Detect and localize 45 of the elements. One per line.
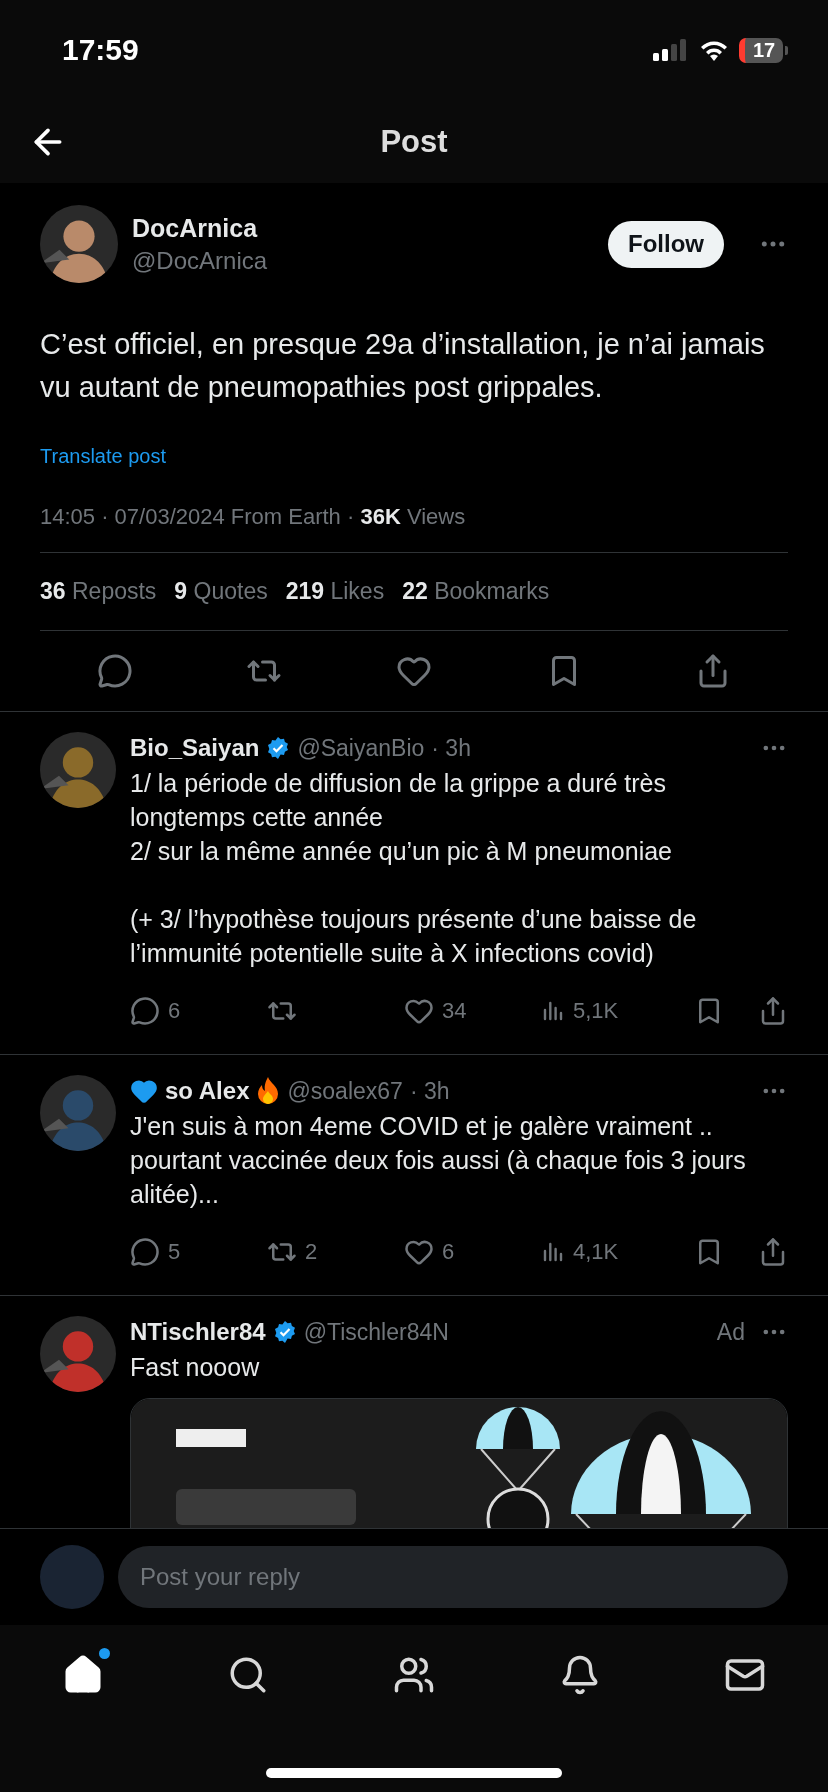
reply-author: NTischler84 <box>130 1318 266 1346</box>
reply-button[interactable] <box>96 653 133 689</box>
post-meta: 14:05 · 07/03/2024 From Earth · 36K Views <box>40 468 788 553</box>
reply-handle: @Tischler84N <box>303 1318 449 1346</box>
follow-button[interactable]: Follow <box>608 220 724 268</box>
views-button[interactable]: 4,1K <box>541 1239 619 1265</box>
stat-link[interactable]: 22 Bookmarks <box>402 578 550 605</box>
reply-handle: @SaiyanBio <box>297 734 425 762</box>
reply-text: 1/ la période de diffusion de la grippe a duré très longtemps cette année 2/ sur la même année qu’un pic à M pneumoniae (+ 3/ l’hypothèse toujours présente d’une baisse de l’immunité potentielle suite à X infections covid) <box>130 768 698 969</box>
views-button[interactable]: 5,1K <box>541 998 619 1024</box>
speech-bubble-icon <box>96 653 133 689</box>
status-time: 17:59 <box>62 33 139 67</box>
like-button[interactable]: 6 <box>404 1237 455 1267</box>
signal-icon <box>653 39 689 61</box>
author-name: DocArnica <box>132 213 259 243</box>
verified-icon <box>272 1320 297 1344</box>
reply-time: · 3h <box>431 734 471 762</box>
heart-icon <box>130 1077 158 1105</box>
stat-link[interactable]: 219 Likes <box>285 578 385 605</box>
reply-button[interactable]: 5 <box>130 1237 181 1267</box>
verified-icon <box>266 736 291 760</box>
reply-author: Bio_Saiyan <box>130 734 260 762</box>
reply-field[interactable]: Post your reply <box>118 1546 788 1608</box>
notification-dot <box>98 1648 110 1659</box>
reply-time: · 3h <box>409 1077 450 1105</box>
stat-link[interactable]: 36 Reposts <box>40 578 157 605</box>
post-text: C’est officiel, en presque 29a d’installation, je n’ai jamais vu autant de pneumopathies post grippales. <box>40 327 766 405</box>
like-button[interactable]: 34 <box>404 996 467 1026</box>
reply-author: so Alex <box>165 1077 250 1105</box>
repost-button[interactable]: 2 <box>267 1237 318 1267</box>
speech-bubble-icon <box>130 1237 160 1267</box>
views-icon <box>541 1240 565 1264</box>
reply-handle: @soalex67 <box>287 1077 403 1105</box>
speech-bubble-icon <box>130 996 160 1026</box>
reply-text: Fast nooow <box>130 1352 261 1383</box>
reply-text: J'en suis à mon 4eme COVID et je galère vraiment .. pourtant vaccinée deux fois aussi (à chaque fois 3 jours alitée)... <box>130 1111 747 1210</box>
wifi-icon <box>699 39 729 61</box>
ad-label: Ad <box>716 1318 745 1346</box>
translate-link[interactable]: Translate post <box>40 445 166 468</box>
stat-link[interactable]: 9 Quotes <box>174 578 268 605</box>
page-title: Post <box>380 123 448 160</box>
fire-icon <box>256 1077 281 1105</box>
author-handle: @DocArnica <box>132 246 269 275</box>
views-icon <box>541 999 565 1023</box>
reply-button[interactable]: 6 <box>130 996 181 1026</box>
